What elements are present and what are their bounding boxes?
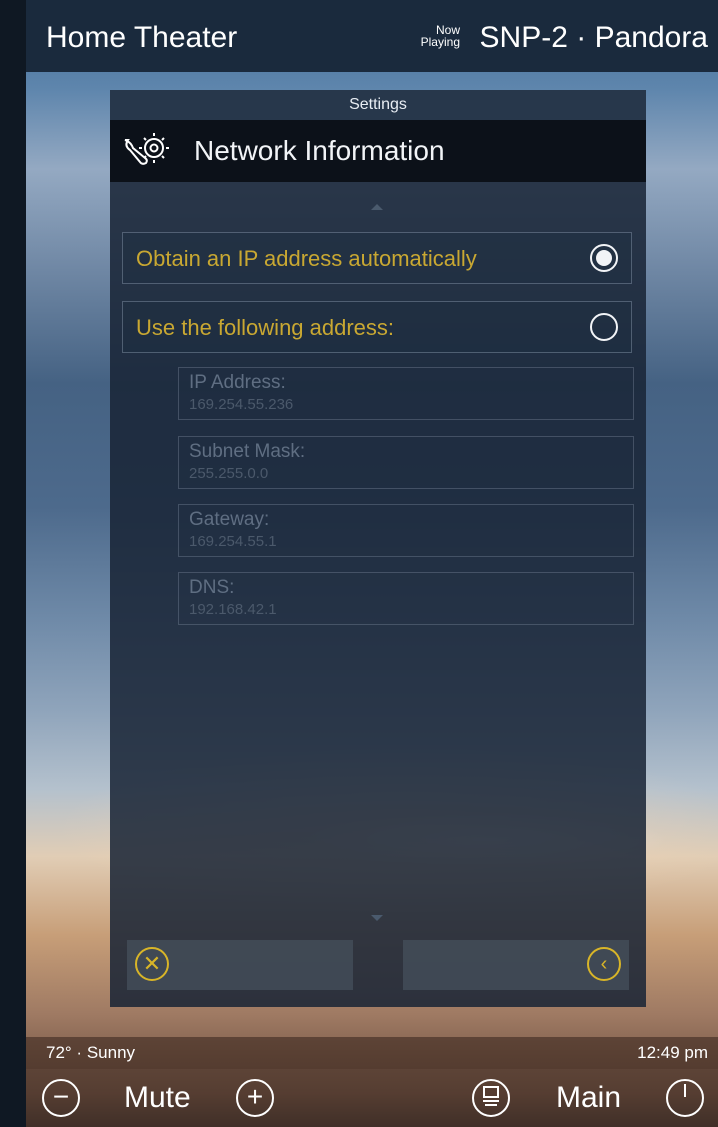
option-static-label: Use the following address:	[136, 315, 395, 340]
radio-static[interactable]	[590, 313, 618, 341]
control-bar: − Mute + Main	[26, 1069, 718, 1127]
top-bar: Home Theater Now Playing SNP-2 · Pandora	[26, 0, 718, 72]
dns-field[interactable]: DNS: 192.168.42.1	[178, 572, 634, 625]
panel-section-title: Settings	[110, 90, 646, 120]
now-playing-label: Now Playing	[420, 23, 460, 49]
minus-circle-icon[interactable]: −	[42, 1079, 80, 1117]
room-title[interactable]: Home Theater	[46, 20, 237, 56]
power-icon[interactable]	[666, 1079, 704, 1117]
x-circle-icon[interactable]: ✕	[135, 947, 169, 981]
status-bar: 72° · Sunny 12:49 pm	[26, 1037, 718, 1069]
back-button[interactable]: ‹	[403, 940, 629, 990]
left-edge-strip	[0, 0, 26, 1127]
scroll-up-arrow-icon[interactable]	[371, 204, 383, 210]
chevron-left-circle-icon[interactable]: ‹	[587, 947, 621, 981]
plus-circle-icon[interactable]: +	[236, 1079, 274, 1117]
subnet-mask-field[interactable]: Subnet Mask: 255.255.0.0	[178, 436, 634, 489]
settings-panel: Settings Network Information Obtain an I…	[110, 90, 646, 1007]
mute-button[interactable]: Mute	[124, 1081, 191, 1115]
radio-dhcp[interactable]	[590, 244, 618, 272]
panel-title-bar: Network Information	[110, 120, 646, 182]
scroll-down-arrow-icon[interactable]	[371, 915, 383, 921]
menu-circle-icon[interactable]	[472, 1079, 510, 1117]
ip-address-field[interactable]: IP Address: 169.254.55.236	[178, 367, 634, 420]
gateway-field[interactable]: Gateway: 169.254.55.1	[178, 504, 634, 557]
weather: 72° · Sunny	[46, 1043, 136, 1062]
clock: 12:49 pm	[637, 1043, 708, 1062]
main-zone-button[interactable]: Main	[556, 1081, 621, 1115]
option-dhcp-label: Obtain an IP address automatically	[136, 246, 477, 271]
panel-title: Network Information	[194, 135, 445, 166]
option-dhcp[interactable]: Obtain an IP address automatically	[122, 232, 632, 284]
wrench-gear-icon	[124, 133, 169, 165]
cancel-button[interactable]: ✕	[127, 940, 353, 990]
option-static[interactable]: Use the following address:	[122, 301, 632, 353]
now-playing-source[interactable]: SNP-2 · Pandora	[480, 20, 708, 56]
